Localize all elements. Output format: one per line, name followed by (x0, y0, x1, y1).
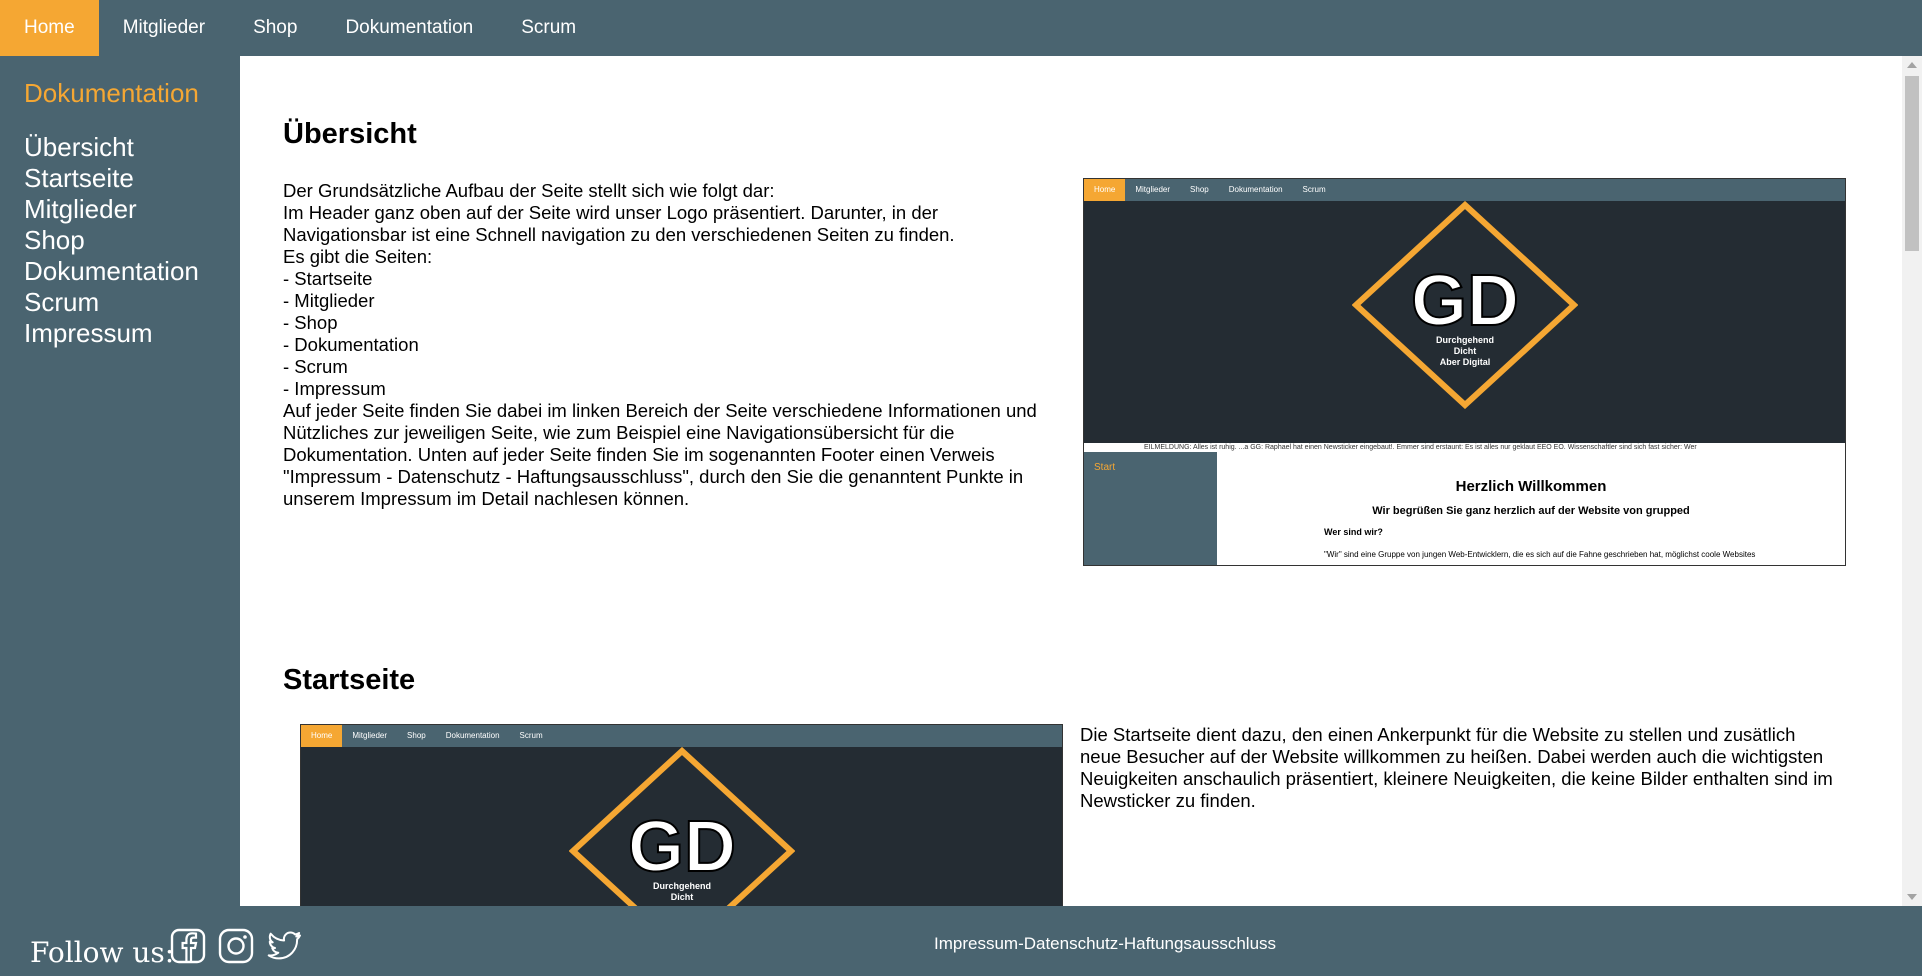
section-heading-startseite: Startseite (283, 664, 416, 696)
preview2-nav-dokumentation: Dokumentation (445, 731, 500, 740)
sidebar-link-shop[interactable]: Shop (24, 225, 199, 256)
preview-nav-home: Home (1084, 179, 1126, 201)
sidebar-link-startseite[interactable]: Startseite (24, 163, 199, 194)
preview-nav-shop: Shop (1190, 185, 1209, 194)
twitter-icon[interactable] (266, 928, 302, 964)
preview-nav: Home Mitglieder Shop Dokumentation Scrum (1084, 179, 1845, 201)
preview-nav-mitglieder: Mitglieder (1135, 185, 1171, 194)
preview-welcome-subtitle: Wir begrüßen Sie ganz herzlich auf der W… (1372, 505, 1690, 517)
preview-who-heading: Wer sind wir? (1324, 527, 1383, 537)
logo-line3: Aber Digital (1440, 357, 1491, 367)
nav-scrum[interactable]: Scrum (497, 0, 600, 56)
main-content: Übersicht Der Grundsätzliche Aufbau der … (240, 56, 1902, 906)
preview2-nav-shop: Shop (407, 731, 426, 740)
nav-mitglieder[interactable]: Mitglieder (99, 0, 229, 56)
preview-nav-dokumentation: Dokumentation (1228, 185, 1283, 194)
nav-home[interactable]: Home (0, 0, 99, 56)
logo2-line1: Durchgehend (653, 881, 711, 891)
logo2-letters: GD (628, 807, 736, 887)
follow-us-label: Follow us: (30, 936, 175, 969)
sidebar-link-impressum[interactable]: Impressum (24, 318, 199, 349)
facebook-icon[interactable] (170, 928, 206, 964)
sidebar-link-mitglieder[interactable]: Mitglieder (24, 194, 199, 225)
preview2-nav-mitglieder: Mitglieder (352, 731, 388, 740)
nav-shop[interactable]: Shop (229, 0, 321, 56)
sidebar-title: Dokumentation (24, 78, 199, 108)
preview-newsticker: EILMELDUNG: Alles ist ruhig. ...a GG: Ra… (1084, 443, 1845, 452)
preview-sidebar: Start (1084, 452, 1217, 565)
logo2-line2: Dicht (671, 892, 694, 902)
scroll-thumb[interactable] (1905, 76, 1919, 251)
overview-text: Der Grundsätzliche Aufbau der Seite stel… (283, 180, 1037, 509)
scroll-up-arrow-icon[interactable] (1902, 56, 1922, 74)
scroll-down-arrow-icon[interactable] (1902, 888, 1922, 906)
preview-sidebar-label: Start (1094, 462, 1116, 473)
preview-welcome-title: Herzlich Willkommen (1455, 478, 1607, 495)
startseite-text: Die Startseite dient dazu, den einen Ank… (1080, 724, 1833, 811)
top-navigation: Home Mitglieder Shop Dokumentation Scrum (0, 0, 1902, 56)
footer: Follow us: Impressum-Datenschutz-Haftung… (0, 906, 1922, 976)
logo-line2: Dicht (1454, 346, 1477, 356)
preview-nav-scrum: Scrum (1302, 185, 1326, 194)
sidebar: Dokumentation Übersicht Startseite Mitgl… (0, 56, 240, 906)
preview-screenshot-startseite: Home Mitglieder Shop Dokumentation Scrum… (300, 724, 1063, 906)
preview2-nav-home: Home (301, 725, 343, 747)
gd-logo-2: GD Durchgehend Dicht (569, 747, 795, 906)
preview-screenshot-homepage: Home Mitglieder Shop Dokumentation Scrum… (1083, 178, 1846, 566)
sidebar-link-uebersicht[interactable]: Übersicht (24, 132, 199, 163)
sidebar-links: Übersicht Startseite Mitglieder Shop Dok… (24, 132, 199, 349)
section-heading-uebersicht: Übersicht (283, 118, 417, 150)
sidebar-link-scrum[interactable]: Scrum (24, 287, 199, 318)
nav-dokumentation[interactable]: Dokumentation (321, 0, 497, 56)
imprint-link[interactable]: Impressum-Datenschutz-Haftungsausschluss (934, 934, 1276, 954)
preview-who-text: "Wir" sind eine Gruppe von jungen Web-En… (1324, 550, 1756, 559)
logo-line1: Durchgehend (1436, 335, 1494, 345)
scrollbar[interactable] (1902, 56, 1922, 906)
sidebar-link-dokumentation[interactable]: Dokumentation (24, 256, 199, 287)
preview2-nav: Home Mitglieder Shop Dokumentation Scrum (301, 725, 1062, 747)
instagram-icon[interactable] (218, 928, 254, 964)
preview-content: Herzlich Willkommen Wir begrüßen Sie gan… (1217, 452, 1845, 565)
preview2-nav-scrum: Scrum (519, 731, 543, 740)
logo-letters: GD (1411, 261, 1519, 341)
gd-logo: GD Durchgehend Dicht Aber Digital (1352, 201, 1578, 409)
